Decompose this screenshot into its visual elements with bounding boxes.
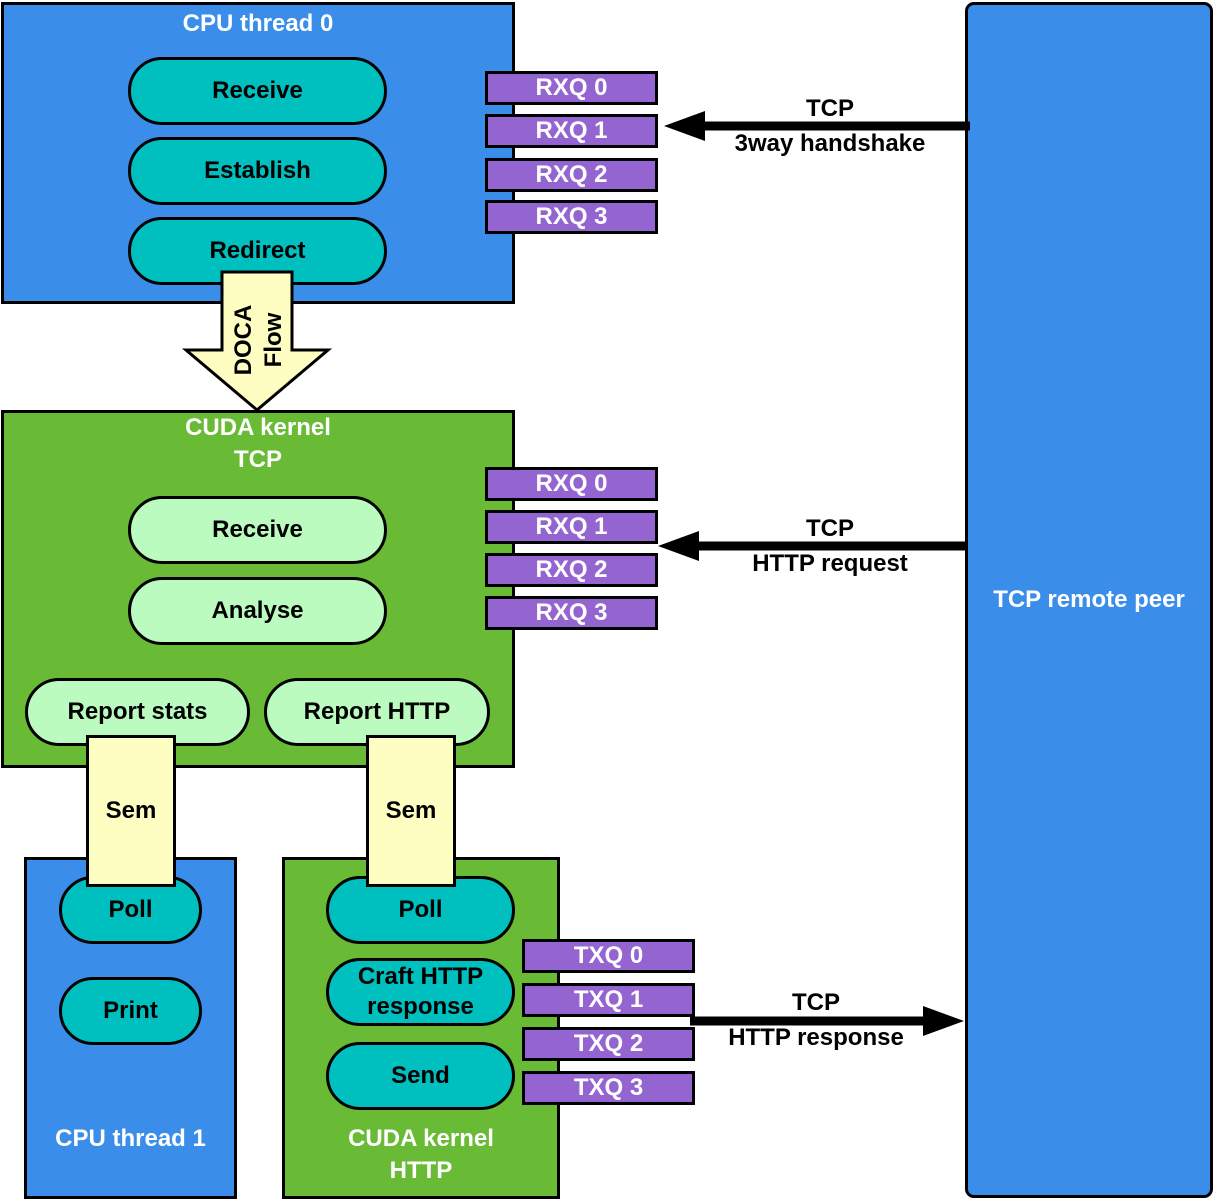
response-label-line1: TCP [792,989,840,1016]
request-label-line2: HTTP request [752,550,908,577]
arrows-layer [181,111,970,1036]
handshake-label-line1: TCP [806,95,854,122]
response-label-line2: HTTP response [728,1024,904,1051]
request-label-line1: TCP [806,515,854,542]
handshake-label-line2: 3way handshake [734,130,926,157]
doca-flow-line2: Flow [260,312,287,368]
doca-flow-line1: DOCA [230,304,257,376]
doca-flow-label: DOCA Flow [219,295,299,385]
